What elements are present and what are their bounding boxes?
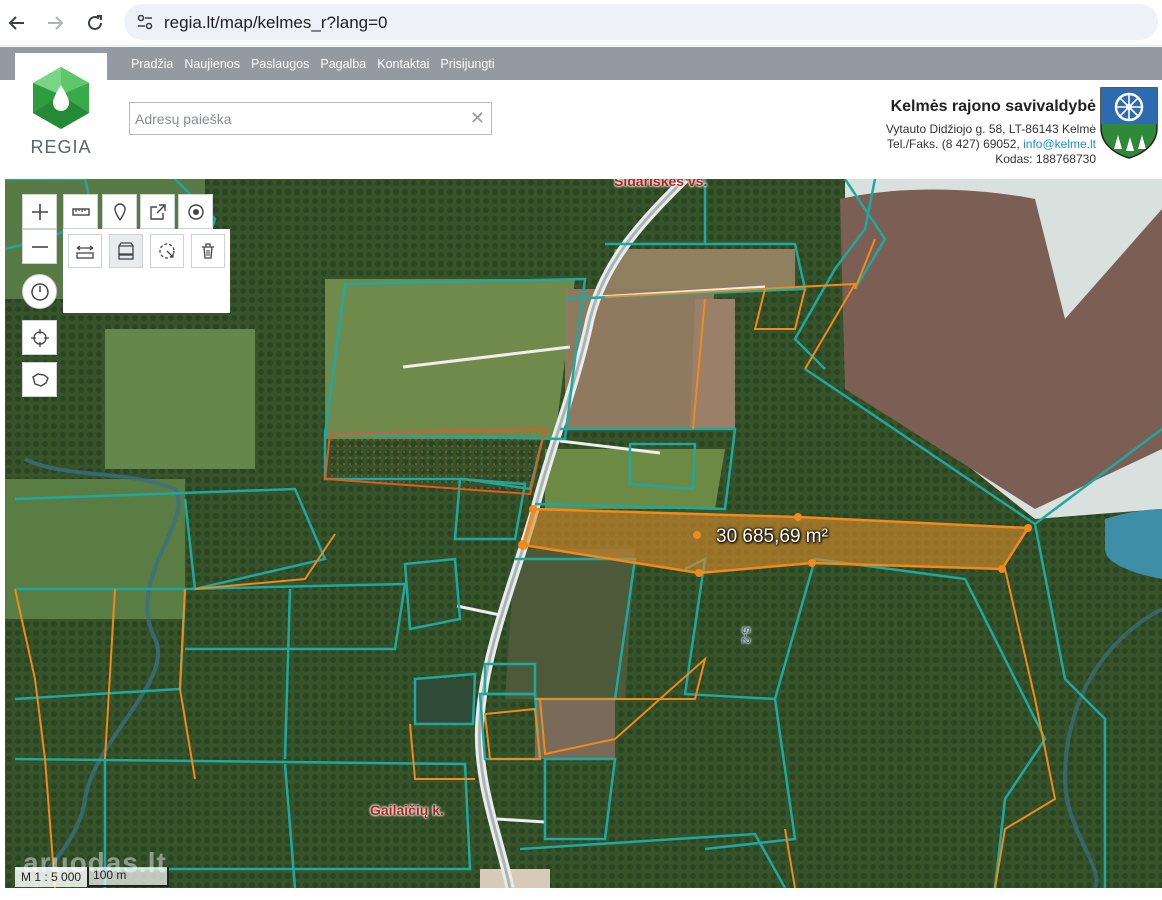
site-settings-icon[interactable] xyxy=(136,13,154,31)
scale-indicator: M 1 : 5 000 100 m xyxy=(15,867,170,887)
export-icon xyxy=(149,203,166,220)
nav-item-prisijungti[interactable]: Prisijungti xyxy=(440,57,494,71)
zoom-in-button[interactable] xyxy=(22,194,57,229)
minus-icon xyxy=(31,245,48,248)
url-text: regia.lt/map/kelmes_r?lang=0 xyxy=(164,13,388,32)
measure-length-button[interactable] xyxy=(68,234,102,268)
zoom-out-button[interactable] xyxy=(22,229,57,264)
top-navigation: Pradžia Naujienos Paslaugos Pagalba Kont… xyxy=(0,47,1162,80)
nav-item-pagalba[interactable]: Pagalba xyxy=(320,57,366,71)
delete-measurement-button[interactable] xyxy=(191,234,225,268)
back-button[interactable] xyxy=(2,8,32,38)
history-button[interactable] xyxy=(22,274,57,309)
municipality-info: Kelmės rajono savivaldybė Vytauto Didžio… xyxy=(886,98,1096,167)
municipality-name: Kelmės rajono savivaldybė xyxy=(890,98,1096,115)
target-icon xyxy=(187,203,204,220)
search-input[interactable] xyxy=(130,103,460,134)
measure-radius-button[interactable] xyxy=(150,234,184,268)
clear-icon[interactable]: ✕ xyxy=(470,108,485,129)
measure-area-button[interactable] xyxy=(109,234,143,268)
measure-radius-icon xyxy=(159,243,175,259)
trash-icon xyxy=(202,243,214,259)
arrow-left-icon xyxy=(8,16,24,30)
nav-item-kontaktai[interactable]: Kontaktai xyxy=(377,57,429,71)
measure-tool-button[interactable] xyxy=(63,194,98,229)
export-button[interactable] xyxy=(140,194,175,229)
map-view[interactable]: 30 685,69 m² Sidariškės vs. Gailaičių k.… xyxy=(5,179,1162,888)
regia-logo-icon xyxy=(33,67,89,129)
phone-text: Tel./Faks. (8 427) 69052, xyxy=(887,137,1020,151)
place-label-gailaiciu: Gailaičių k. xyxy=(370,802,444,818)
coat-of-arms-icon xyxy=(1100,87,1158,159)
email-link[interactable]: info@kelme.lt xyxy=(1023,137,1096,151)
pin-icon xyxy=(113,202,126,221)
region-button[interactable] xyxy=(22,362,57,397)
address-bar[interactable]: regia.lt/map/kelmes_r?lang=0 xyxy=(124,4,1158,40)
reload-button[interactable] xyxy=(80,8,110,38)
target-button[interactable] xyxy=(178,194,213,229)
stream-label: S-2 xyxy=(739,626,752,644)
measured-area-label: 30 685,69 m² xyxy=(716,526,828,547)
nav-item-naujienos[interactable]: Naujienos xyxy=(184,57,240,71)
regia-logo[interactable]: REGIA xyxy=(15,53,107,175)
nav-item-paslaugos[interactable]: Paslaugos xyxy=(251,57,309,71)
forward-button[interactable] xyxy=(40,8,70,38)
municipality-address: Vytauto Didžiojo g. 58, LT-86143 Kelmė xyxy=(885,122,1096,136)
nav-item-pradzia[interactable]: Pradžia xyxy=(131,57,173,71)
crosshair-icon xyxy=(30,328,49,347)
plus-icon xyxy=(31,203,48,220)
arrow-right-icon xyxy=(48,16,64,30)
measure-area-icon xyxy=(118,242,134,260)
browser-toolbar: regia.lt/map/kelmes_r?lang=0 xyxy=(0,0,1162,46)
locate-button[interactable] xyxy=(22,320,57,355)
scale-ratio: M 1 : 5 000 xyxy=(15,867,88,887)
clock-icon xyxy=(30,282,49,301)
logo-text: REGIA xyxy=(30,137,92,157)
municipality-code: Kodas: 188768730 xyxy=(995,152,1096,166)
municipality-contacts: Tel./Faks. (8 427) 69052, info@kelme.lt xyxy=(886,137,1096,152)
scale-bar: 100 m xyxy=(87,867,170,887)
region-icon xyxy=(31,372,49,387)
address-search[interactable]: ✕ xyxy=(129,102,492,135)
pin-tool-button[interactable] xyxy=(102,194,137,229)
measure-length-icon xyxy=(76,245,94,259)
reload-icon xyxy=(88,15,102,30)
ruler-icon xyxy=(71,207,90,216)
place-label-sidariskes: Sidariškės vs. xyxy=(614,179,708,189)
measure-panel xyxy=(63,229,230,313)
